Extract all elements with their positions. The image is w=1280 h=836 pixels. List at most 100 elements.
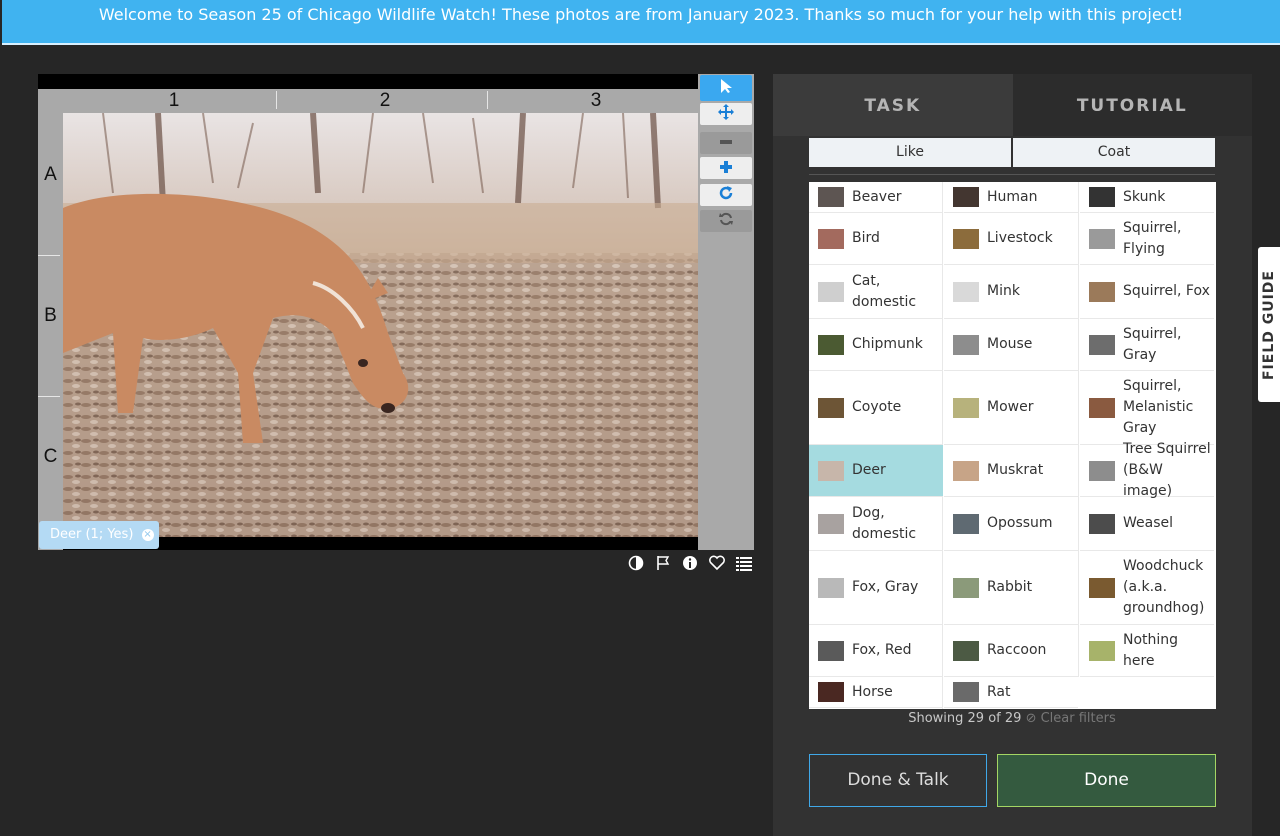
choice-mouse[interactable]: Mouse (944, 319, 1078, 371)
choice-mower[interactable]: Mower (944, 371, 1078, 445)
choice-dog-domestic[interactable]: Dog, domestic (809, 497, 943, 551)
choice-thumbnail (1089, 577, 1115, 598)
tab-tutorial[interactable]: TUTORIAL (1012, 74, 1252, 136)
choice-thumbnail (818, 513, 844, 534)
panel-tabs: TASK TUTORIAL (773, 74, 1252, 136)
rotate-icon (718, 185, 734, 205)
choice-label: Opossum (987, 515, 1053, 531)
choice-label: Skunk (1123, 188, 1166, 205)
choice-thumbnail (953, 187, 979, 207)
announcement-banner: Welcome to Season 25 of Chicago Wildlife… (2, 0, 1280, 45)
move-icon (717, 103, 735, 125)
choice-squirrel-fox[interactable]: Squirrel, Fox (1080, 265, 1214, 319)
choice-thumbnail (818, 187, 844, 207)
heart-icon[interactable] (707, 554, 726, 573)
zoom-out-icon (719, 134, 733, 153)
done-button[interactable]: Done (997, 754, 1216, 807)
image-actions (626, 553, 753, 573)
choice-deer[interactable]: Deer (809, 445, 943, 497)
choice-woodchuck-a-k-a-groundhog[interactable]: Woodchuck (a.k.a. groundhog) (1080, 551, 1214, 625)
choice-livestock[interactable]: Livestock (944, 213, 1078, 265)
choice-human[interactable]: Human (944, 182, 1078, 213)
choice-thumbnail (1089, 334, 1115, 355)
rotate-button[interactable] (700, 184, 752, 206)
choice-label: Mouse (987, 336, 1033, 352)
grid-col-1: 1 (168, 90, 180, 111)
reset-button[interactable] (700, 210, 752, 232)
choice-thumbnail (818, 228, 844, 249)
done-and-talk-button[interactable]: Done & Talk (809, 754, 987, 807)
info-icon[interactable] (680, 554, 699, 573)
choice-tree-squirrel-b-w-image[interactable]: Tree Squirrel (B&W image) (1080, 441, 1214, 499)
choice-rat[interactable]: Rat (944, 677, 1078, 708)
choice-cat-domestic[interactable]: Cat, domestic (809, 265, 943, 319)
pointer-tool-button[interactable] (700, 75, 752, 101)
choice-label: Human (987, 188, 1038, 205)
contrast-icon[interactable] (626, 554, 645, 573)
image-toolbar (698, 74, 754, 550)
move-tool-button[interactable] (700, 103, 752, 125)
showing-count: Showing 29 of 29 ⊘ Clear filters (809, 711, 1215, 726)
trail-camera-photo[interactable] (63, 113, 698, 537)
subject-viewer[interactable]: 1 2 3 A B C (38, 74, 698, 550)
flag-icon[interactable] (653, 554, 672, 573)
choice-label: Deer (852, 462, 886, 478)
choice-coyote[interactable]: Coyote (809, 371, 943, 445)
choice-label: Raccoon (987, 642, 1047, 658)
choice-chipmunk[interactable]: Chipmunk (809, 319, 943, 371)
clear-filters-button[interactable]: ⊘ Clear filters (1026, 711, 1116, 726)
choice-horse[interactable]: Horse (809, 677, 943, 708)
list-icon[interactable] (734, 554, 753, 573)
grid-tick (38, 396, 60, 397)
choice-fox-red[interactable]: Fox, Red (809, 625, 943, 677)
choice-raccoon[interactable]: Raccoon (944, 625, 1078, 677)
choice-bird[interactable]: Bird (809, 213, 943, 265)
choice-label: Dog, domestic (852, 504, 917, 542)
species-choices: Beaver Bird Cat, domestic Chipmunk Coyote Dee… (809, 182, 1216, 709)
choice-nothing-here[interactable]: Nothing here (1080, 625, 1214, 677)
choice-squirrel-gray[interactable]: Squirrel, Gray (1080, 319, 1214, 371)
choice-thumbnail (953, 682, 979, 702)
grid-col-2: 2 (379, 90, 391, 111)
annotation-chip[interactable]: Deer (1; Yes) × (39, 521, 159, 549)
choice-label: Cat, domestic (852, 272, 917, 310)
choice-squirrel-melanistic-gray[interactable]: Squirrel, Melanistic Gray (1080, 371, 1214, 445)
choice-column: Beaver Bird Cat, domestic Chipmunk Coyote Dee… (809, 182, 945, 708)
choice-skunk[interactable]: Skunk (1080, 182, 1214, 213)
grid-tick (487, 91, 488, 109)
annotation-chip-label: Deer (1; Yes) (50, 527, 134, 542)
zoom-in-icon (719, 159, 733, 178)
choice-thumbnail (818, 682, 844, 702)
filter-coat-button[interactable]: Coat (1013, 138, 1215, 167)
choice-mink[interactable]: Mink (944, 265, 1078, 319)
choice-fox-gray[interactable]: Fox, Gray (809, 551, 943, 625)
choice-label: Fox, Red (852, 642, 912, 658)
choice-thumbnail (818, 334, 844, 355)
zoom-out-button[interactable] (700, 132, 752, 154)
field-guide-tab[interactable]: FIELD GUIDE (1258, 247, 1280, 402)
choice-opossum[interactable]: Opossum (944, 497, 1078, 551)
choice-rabbit[interactable]: Rabbit (944, 551, 1078, 625)
choice-squirrel-flying[interactable]: Squirrel, Flying (1080, 213, 1214, 265)
filter-like-button[interactable]: Like (809, 138, 1011, 167)
choice-label: Squirrel, Fox (1123, 283, 1210, 299)
choice-weasel[interactable]: Weasel (1080, 497, 1214, 551)
choice-thumbnail (953, 334, 979, 355)
grid-row-a: A (44, 164, 57, 185)
choice-label: Tree Squirrel (B&W image) (1123, 441, 1211, 499)
choice-label: Woodchuck (a.k.a. groundhog) (1123, 558, 1205, 616)
grid-ruler-rows: A B C (38, 113, 63, 550)
grid-tick (276, 91, 277, 109)
choice-muskrat[interactable]: Muskrat (944, 445, 1078, 497)
zoom-in-button[interactable] (700, 157, 752, 179)
choice-thumbnail (953, 640, 979, 661)
grid-tick (38, 255, 60, 256)
choice-beaver[interactable]: Beaver (809, 182, 943, 213)
clear-filter-icon: ⊘ (1025, 711, 1037, 726)
remove-annotation-icon[interactable]: × (141, 528, 154, 541)
tab-task[interactable]: TASK (773, 74, 1013, 136)
task-panel: TASK TUTORIAL Like Coat Beaver Bird Cat, d… (773, 74, 1252, 836)
choice-thumbnail (1089, 640, 1115, 661)
choice-label: Livestock (987, 230, 1053, 246)
choice-label: Weasel (1123, 515, 1174, 531)
